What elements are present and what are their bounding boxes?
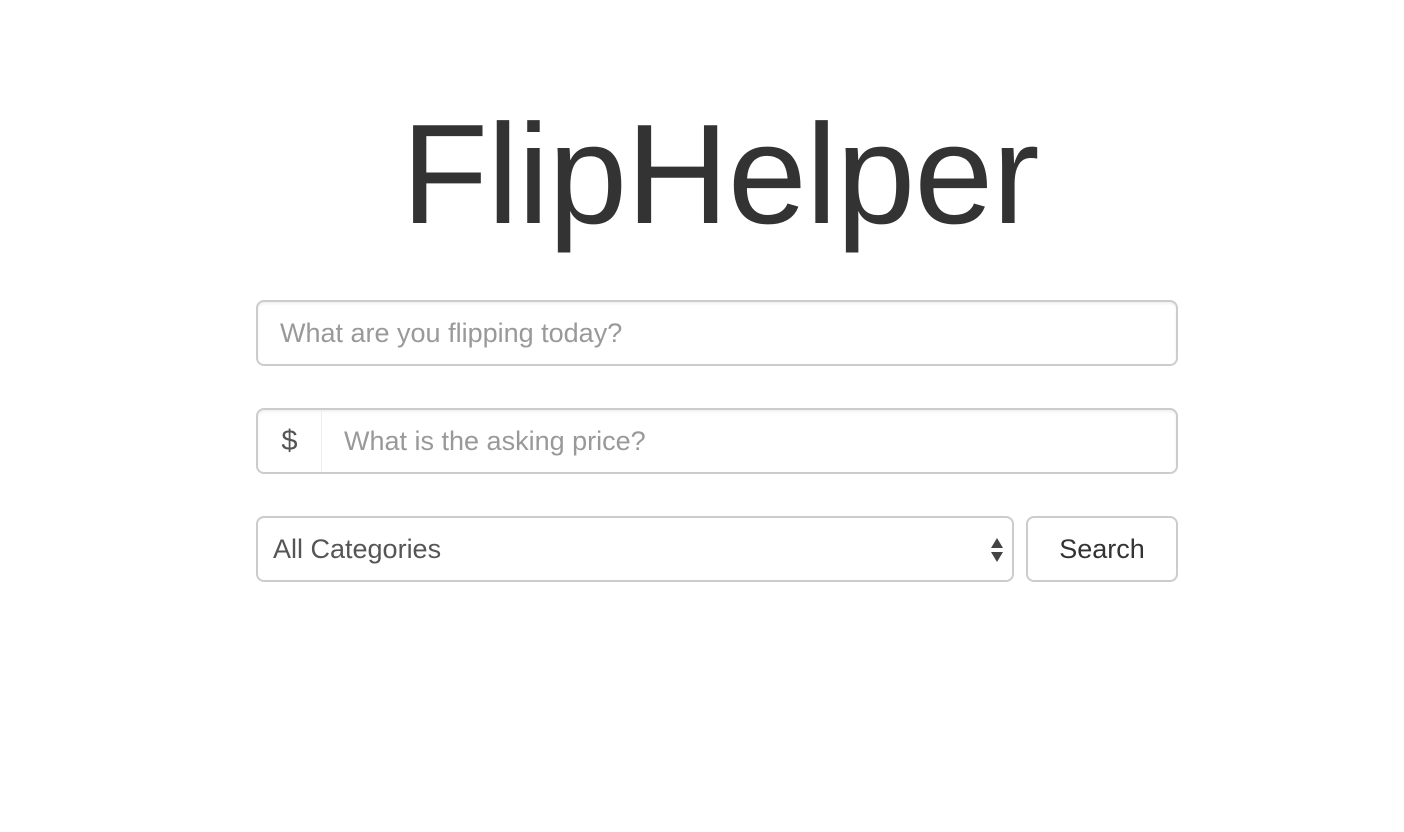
item-search-field[interactable] [256, 300, 1178, 366]
category-selected-value: All Categories [273, 533, 442, 564]
item-input[interactable] [258, 302, 1176, 364]
price-input[interactable] [322, 410, 1176, 472]
dollar-addon: $ [258, 410, 322, 472]
price-input-group[interactable]: $ [256, 408, 1178, 474]
search-button[interactable]: Search [1026, 516, 1178, 582]
page-title: FlipHelper [401, 95, 1039, 254]
category-select[interactable]: All Categories [256, 516, 1014, 582]
up-down-caret-icon [991, 538, 1003, 562]
